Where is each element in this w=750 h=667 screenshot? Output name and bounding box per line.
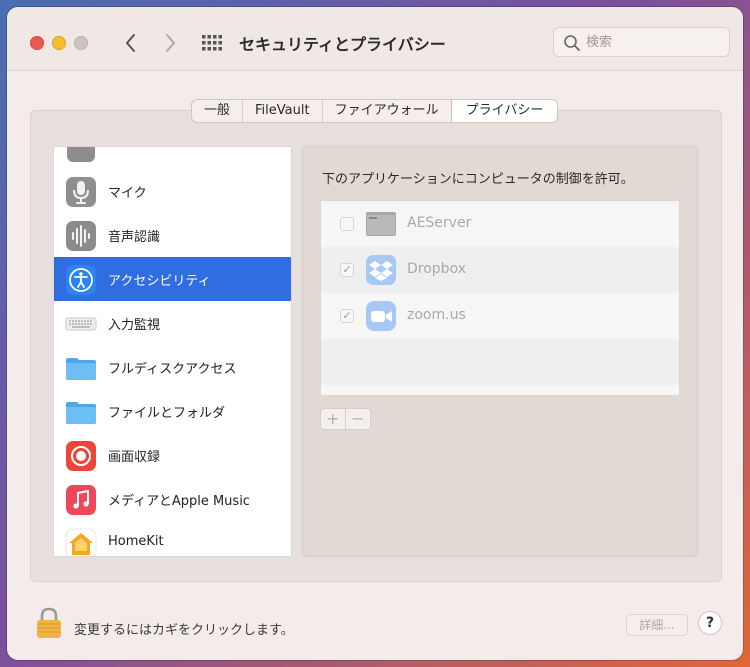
chevron-left-icon bbox=[126, 34, 135, 52]
add-remove-control: + − bbox=[320, 408, 371, 430]
show-all-button[interactable] bbox=[201, 34, 223, 52]
sidebar-item-speech-recognition[interactable]: 音声認識 bbox=[54, 213, 291, 257]
dropbox-icon bbox=[366, 255, 396, 285]
sidebar-item-label: HomeKit bbox=[108, 534, 164, 549]
search-icon bbox=[564, 35, 580, 51]
app-checkbox[interactable]: ✓ bbox=[340, 309, 354, 323]
app-row-zoom[interactable]: ✓ zoom.us bbox=[321, 293, 679, 339]
lock-hint-text: 変更するにはカギをクリックします。 bbox=[74, 623, 294, 638]
sidebar-item-label: 画面収録 bbox=[108, 450, 161, 465]
grid-icon bbox=[202, 35, 222, 51]
folder-icon bbox=[66, 402, 96, 424]
tab-general[interactable]: 一般 bbox=[192, 100, 244, 122]
chevron-right-icon bbox=[166, 34, 175, 52]
sidebar-item-partial[interactable] bbox=[54, 147, 291, 169]
sidebar-item-input-monitoring[interactable]: 入力監視 bbox=[54, 301, 291, 345]
app-row-dropbox[interactable]: ✓ Dropbox bbox=[321, 247, 679, 293]
microphone-icon bbox=[66, 177, 96, 207]
minimize-window-button[interactable] bbox=[52, 36, 66, 50]
app-checkbox[interactable]: ✓ bbox=[340, 263, 354, 277]
sidebar-item-full-disk-access[interactable]: フルディスクアクセス bbox=[54, 345, 291, 389]
app-list[interactable]: AEServer ✓ Dropbox ✓ zoom.us bbox=[320, 200, 680, 396]
keyboard-icon bbox=[65, 317, 97, 331]
folder-icon bbox=[66, 358, 96, 380]
accessibility-icon bbox=[66, 265, 96, 295]
search-input[interactable] bbox=[586, 32, 724, 52]
title-bar: セキュリティとプライバシー bbox=[7, 7, 743, 71]
empty-list-row bbox=[321, 339, 679, 385]
sidebar-item-media-apple-music[interactable]: メディアとApple Music bbox=[54, 477, 291, 521]
back-button[interactable] bbox=[118, 29, 144, 57]
close-window-button[interactable] bbox=[30, 36, 44, 50]
app-name: AEServer bbox=[407, 215, 472, 231]
sidebar-item-label: ファイルとフォルダ bbox=[108, 406, 226, 421]
app-name: zoom.us bbox=[407, 307, 466, 323]
lock-icon[interactable] bbox=[36, 607, 62, 639]
sidebar-item-files-and-folders[interactable]: ファイルとフォルダ bbox=[54, 389, 291, 433]
tab-privacy[interactable]: プライバシー bbox=[451, 100, 558, 122]
tab-firewall[interactable]: ファイアウォール bbox=[323, 100, 452, 122]
speech-recognition-icon bbox=[66, 221, 96, 251]
details-button[interactable]: 詳細... bbox=[626, 614, 688, 636]
app-name: Dropbox bbox=[407, 261, 466, 277]
sidebar-item-microphone[interactable]: マイク bbox=[54, 169, 291, 213]
window-title: セキュリティとプライバシー bbox=[239, 35, 446, 54]
privacy-category-list[interactable]: マイク 音声認識 アクセシビリティ 入力監視 フルディスクアクセス ファイルとフ… bbox=[53, 146, 292, 557]
preferences-window: セキュリティとプライバシー 一般 FileVault ファイアウォール プライバ… bbox=[7, 7, 743, 660]
app-row-aeserver[interactable]: AEServer bbox=[321, 201, 679, 247]
sidebar-item-label: 音声認識 bbox=[108, 230, 161, 245]
sidebar-item-label: アクセシビリティ bbox=[108, 274, 211, 289]
sidebar-item-accessibility[interactable]: アクセシビリティ bbox=[54, 257, 291, 301]
zoom-icon bbox=[366, 301, 396, 331]
homekit-icon bbox=[65, 528, 97, 556]
music-icon bbox=[66, 485, 96, 515]
allow-control-label: 下のアプリケーションにコンピュータの制御を許可。 bbox=[322, 172, 634, 187]
screen-recording-icon bbox=[66, 441, 96, 471]
sidebar-item-label: マイク bbox=[108, 186, 147, 201]
sidebar-item-label: 入力監視 bbox=[108, 318, 161, 333]
forward-button[interactable] bbox=[157, 29, 183, 57]
search-field[interactable] bbox=[553, 27, 730, 57]
tab-bar: 一般 FileVault ファイアウォール プライバシー bbox=[191, 99, 559, 123]
add-app-button[interactable]: + bbox=[321, 409, 346, 429]
remove-app-button[interactable]: − bbox=[346, 409, 370, 429]
sidebar-item-label: メディアとApple Music bbox=[108, 494, 250, 509]
zoom-window-button[interactable] bbox=[74, 36, 88, 50]
partial-icon bbox=[67, 147, 95, 162]
help-button[interactable]: ? bbox=[698, 611, 722, 635]
terminal-icon bbox=[366, 212, 396, 236]
sidebar-item-label: フルディスクアクセス bbox=[108, 362, 237, 377]
app-checkbox[interactable] bbox=[340, 217, 354, 231]
sidebar-item-screen-recording[interactable]: 画面収録 bbox=[54, 433, 291, 477]
tab-filevault[interactable]: FileVault bbox=[243, 100, 323, 122]
sidebar-item-homekit[interactable]: HomeKit bbox=[54, 521, 291, 556]
